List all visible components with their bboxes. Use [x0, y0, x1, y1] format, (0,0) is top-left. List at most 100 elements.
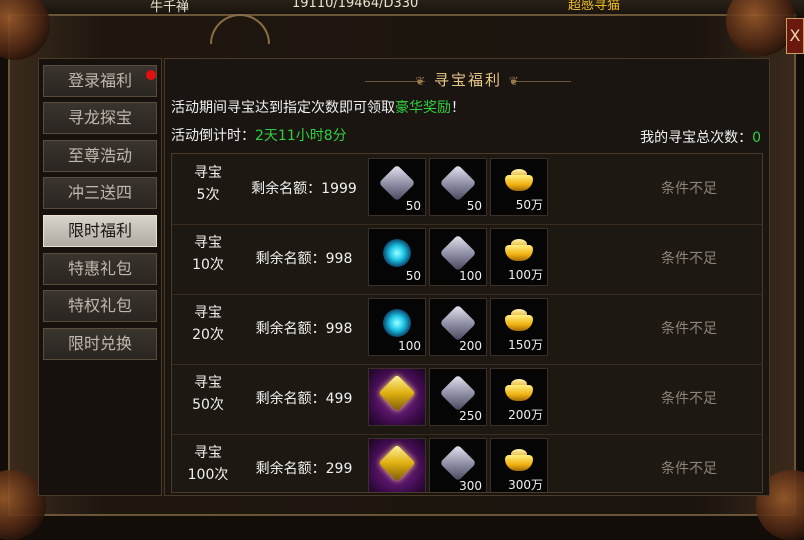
search-count-label: 寻宝 — [194, 445, 222, 461]
reward-slot[interactable]: 50万 — [490, 158, 548, 216]
intro-prefix: 活动期间寻宝达到指定次数即可领取 — [171, 100, 395, 116]
silver-gem-icon — [378, 164, 416, 202]
claim-status[interactable]: 条件不足 — [618, 318, 760, 338]
intro-text: 活动期间寻宝达到指定次数即可领取豪华奖励！ — [171, 97, 465, 117]
gold-ingot-icon — [503, 377, 535, 409]
reward-count: 50 — [405, 269, 421, 283]
intro-highlight: 豪华奖励 — [395, 100, 451, 116]
claim-status[interactable]: 条件不足 — [618, 178, 760, 198]
reward-slot[interactable]: 300 — [429, 438, 487, 493]
search-count: 寻宝 100次 — [182, 442, 234, 486]
table-row: 寻宝 20次 剩余名额：998 条件不足 100 200 150万 — [172, 294, 762, 365]
reward-slot[interactable]: 250 — [429, 368, 487, 426]
reward-slot[interactable]: 100 — [368, 298, 426, 356]
reward-slot[interactable]: 150万 — [490, 298, 548, 356]
reward-slot[interactable]: 100万 — [490, 228, 548, 286]
silver-gem-icon — [439, 374, 477, 412]
search-count: 寻宝 5次 — [182, 162, 234, 206]
remaining-quota: 剩余名额：299 — [255, 461, 353, 477]
search-count-label: 寻宝 — [194, 305, 222, 321]
reward-count: 250 — [459, 409, 482, 423]
silver-gem-icon — [439, 234, 477, 272]
tab-label: 特惠礼包 — [67, 259, 132, 278]
reward-slot[interactable]: 200万 — [490, 368, 548, 426]
reward-count: 50 — [466, 199, 482, 213]
reward-list[interactable]: 寻宝 5次 剩余名额：1999 条件不足 50 50 50万 寻宝 10次 剩余名额：998 条件不… — [171, 153, 763, 493]
tab-special-pack[interactable]: 特惠礼包 — [43, 253, 157, 285]
tab-limited-welfare[interactable]: 限时福利 — [43, 215, 157, 247]
gold-crystal-icon — [378, 374, 416, 412]
reward-count: 50万 — [515, 198, 543, 212]
reward-slot[interactable]: 50 — [368, 158, 426, 216]
reward-slot[interactable] — [368, 368, 426, 426]
remaining-quota: 剩余名额：1999 — [251, 181, 357, 197]
reward-count: 50 — [405, 199, 421, 213]
reward-count: 100 — [459, 269, 482, 283]
claim-status[interactable]: 条件不足 — [618, 248, 760, 268]
title-ornament-icon: ❦ — [415, 74, 428, 88]
reward-count: 150万 — [508, 338, 543, 352]
claim-status[interactable]: 条件不足 — [618, 458, 760, 478]
intro-suffix: ！ — [451, 100, 465, 116]
blue-orb-icon — [381, 237, 413, 269]
table-row: 寻宝 10次 剩余名额：998 条件不足 50 100 100万 — [172, 224, 762, 295]
search-count: 寻宝 10次 — [182, 232, 234, 276]
player-stats: 19110/19464/D330 — [292, 0, 419, 11]
tab-supreme-event[interactable]: 至尊浩动 — [43, 140, 157, 172]
remaining-quota: 剩余名额：998 — [255, 321, 353, 337]
reward-count: 200万 — [508, 408, 543, 422]
sidebar: 登录福利 寻龙探宝 至尊浩动 冲三送四 限时福利 特惠礼包 特权礼包 限时兑换 — [38, 58, 162, 496]
gold-ingot-icon — [503, 167, 535, 199]
gold-ingot-icon — [503, 307, 535, 339]
reward-count: 300 — [459, 479, 482, 493]
search-count-value: 20次 — [192, 327, 224, 343]
tab-login-welfare[interactable]: 登录福利 — [43, 65, 157, 97]
total-value: 0 — [752, 130, 761, 146]
silver-gem-icon — [439, 164, 477, 202]
tab-label: 冲三送四 — [67, 183, 132, 202]
reward-count: 100 — [398, 339, 421, 353]
total-searches: 我的寻宝总次数：0 — [640, 127, 761, 147]
countdown: 活动倒计时：2天11小时8分 — [171, 125, 347, 145]
tab-dragon-treasure[interactable]: 寻龙探宝 — [43, 102, 157, 134]
countdown-label: 活动倒计时： — [171, 128, 255, 144]
reward-slot[interactable]: 200 — [429, 298, 487, 356]
search-count-value: 5次 — [196, 187, 220, 203]
blue-orb-icon — [381, 307, 413, 339]
silver-gem-icon — [439, 444, 477, 482]
panel-title-row: ❦ 寻宝福利 ❦ — [165, 69, 771, 90]
reward-slot[interactable] — [368, 438, 426, 492]
gold-ingot-icon — [503, 447, 535, 479]
tab-label: 特权礼包 — [67, 296, 132, 315]
reward-slot[interactable]: 50 — [368, 228, 426, 286]
reward-count: 100万 — [508, 268, 543, 282]
gold-crystal-icon — [378, 444, 416, 482]
tab-limited-exchange[interactable]: 限时兑换 — [43, 328, 157, 360]
tab-label: 限时福利 — [67, 221, 132, 240]
reward-count: 300万 — [508, 478, 543, 492]
tab-privilege-pack[interactable]: 特权礼包 — [43, 290, 157, 322]
panel-title: 寻宝福利 — [433, 71, 502, 89]
title-ornament-icon: ❦ — [508, 74, 521, 88]
remaining-quota: 剩余名额：499 — [255, 391, 353, 407]
reward-slot[interactable]: 100 — [429, 228, 487, 286]
table-row: 寻宝 5次 剩余名额：1999 条件不足 50 50 50万 — [172, 154, 762, 225]
hud-right-text: 超感寻猫 — [568, 0, 621, 13]
search-count-value: 50次 — [192, 397, 224, 413]
countdown-value: 2天11小时8分 — [255, 128, 347, 144]
search-count-value: 10次 — [192, 257, 224, 273]
tab-charge-three-four[interactable]: 冲三送四 — [43, 177, 157, 209]
silver-gem-icon — [439, 304, 477, 342]
claim-status[interactable]: 条件不足 — [618, 388, 760, 408]
reward-slot[interactable]: 300万 — [490, 438, 548, 492]
gold-ingot-icon — [503, 237, 535, 269]
close-button[interactable]: X — [786, 18, 804, 54]
player-name: 牛千禅 — [150, 0, 190, 15]
tab-label: 登录福利 — [67, 71, 132, 90]
table-row: 寻宝 100次 剩余名额：299 条件不足 300 300万 — [172, 434, 762, 493]
reward-count: 200 — [459, 339, 482, 353]
tab-label: 寻龙探宝 — [67, 108, 132, 127]
reward-slot[interactable]: 50 — [429, 158, 487, 216]
notification-dot — [146, 70, 156, 80]
table-row: 寻宝 50次 剩余名额：499 条件不足 250 200万 — [172, 364, 762, 435]
